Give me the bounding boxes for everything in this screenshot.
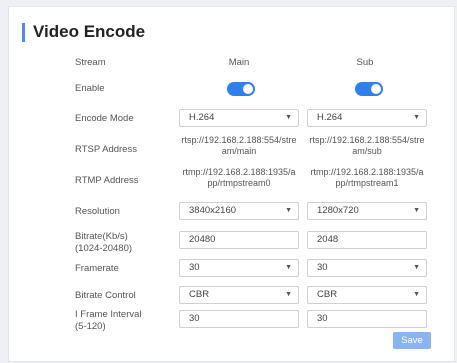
sub-bitrate-input[interactable]: 2048: [307, 231, 427, 249]
main-rtmp-line1: rtmp://192.168.2.188:1935/a: [182, 167, 296, 177]
bitrate-control-label: Bitrate Control: [75, 290, 136, 301]
main-enable-toggle[interactable]: [227, 82, 255, 96]
iframe-label: I Frame Interval (5-120): [75, 309, 142, 333]
chevron-down-icon: ▼: [413, 114, 420, 121]
sub-framerate-value: 30: [317, 262, 328, 273]
video-encode-panel: Video Encode Stream Main Sub Enable Enco…: [8, 6, 455, 362]
main-encode-mode-value: H.264: [189, 112, 215, 123]
main-rtmp-line2: pp/rtmpstream0: [207, 178, 271, 188]
save-button[interactable]: Save: [393, 332, 431, 349]
sub-resolution-value: 1280x720: [317, 205, 359, 216]
chevron-down-icon: ▼: [285, 291, 292, 298]
sub-rtsp-address: rtsp://192.168.2.188:554/stre am/sub: [306, 135, 428, 157]
bitrate-label: Bitrate(Kb/s) (1024-20480): [75, 231, 132, 255]
main-rtsp-line1: rtsp://192.168.2.188:554/stre: [181, 135, 297, 145]
main-bitrate-control-select[interactable]: CBR ▼: [179, 286, 299, 304]
chevron-down-icon: ▼: [413, 207, 420, 214]
sub-rtsp-line2: am/sub: [352, 146, 382, 156]
sub-enable-toggle[interactable]: [355, 82, 383, 96]
bitrate-range-text: (1024-20480): [75, 243, 133, 254]
main-column-header: Main: [228, 57, 250, 68]
sub-bitrate-control-select[interactable]: CBR ▼: [307, 286, 427, 304]
sub-rtmp-line2: pp/rtmpstream1: [335, 178, 399, 188]
sub-resolution-select[interactable]: 1280x720 ▼: [307, 202, 427, 220]
sub-rtsp-line1: rtsp://192.168.2.188:554/stre: [309, 135, 425, 145]
iframe-label-text: I Frame Interval: [75, 309, 142, 320]
sub-rtmp-address: rtmp://192.168.2.188:1935/a pp/rtmpstrea…: [306, 167, 428, 189]
toggle-knob: [371, 84, 381, 94]
rtsp-label: RTSP Address: [75, 144, 137, 155]
main-resolution-value: 3840x2160: [189, 205, 237, 216]
framerate-label: Framerate: [75, 263, 119, 274]
main-iframe-input[interactable]: 30: [179, 310, 299, 328]
encode-mode-label: Encode Mode: [75, 113, 134, 124]
main-resolution-select[interactable]: 3840x2160 ▼: [179, 202, 299, 220]
main-rtsp-line2: am/main: [221, 146, 257, 156]
main-encode-mode-select[interactable]: H.264 ▼: [179, 109, 299, 127]
chevron-down-icon: ▼: [413, 291, 420, 298]
title-accent-bar: [22, 23, 25, 42]
bitrate-label-text: Bitrate(Kb/s): [75, 231, 128, 242]
main-bitrate-control-value: CBR: [189, 289, 210, 300]
sub-iframe-input[interactable]: 30: [307, 310, 427, 328]
resolution-label: Resolution: [75, 206, 120, 217]
main-rtsp-address: rtsp://192.168.2.188:554/stre am/main: [178, 135, 300, 157]
main-framerate-value: 30: [189, 262, 200, 273]
main-framerate-select[interactable]: 30 ▼: [179, 259, 299, 277]
chevron-down-icon: ▼: [285, 207, 292, 214]
sub-encode-mode-value: H.264: [317, 112, 343, 123]
sub-bitrate-control-value: CBR: [317, 289, 338, 300]
sub-framerate-select[interactable]: 30 ▼: [307, 259, 427, 277]
main-rtmp-address: rtmp://192.168.2.188:1935/a pp/rtmpstrea…: [178, 167, 300, 189]
chevron-down-icon: ▼: [413, 264, 420, 271]
chevron-down-icon: ▼: [285, 264, 292, 271]
page-title: Video Encode: [33, 22, 146, 41]
enable-label: Enable: [75, 83, 105, 94]
sub-column-header: Sub: [356, 57, 374, 68]
stream-label: Stream: [75, 57, 106, 68]
main-bitrate-input[interactable]: 20480: [179, 231, 299, 249]
rtmp-label: RTMP Address: [75, 175, 139, 186]
sub-encode-mode-select[interactable]: H.264 ▼: [307, 109, 427, 127]
sub-rtmp-line1: rtmp://192.168.2.188:1935/a: [310, 167, 424, 177]
chevron-down-icon: ▼: [285, 114, 292, 121]
iframe-range-text: (5-120): [75, 321, 106, 332]
toggle-knob: [243, 84, 253, 94]
